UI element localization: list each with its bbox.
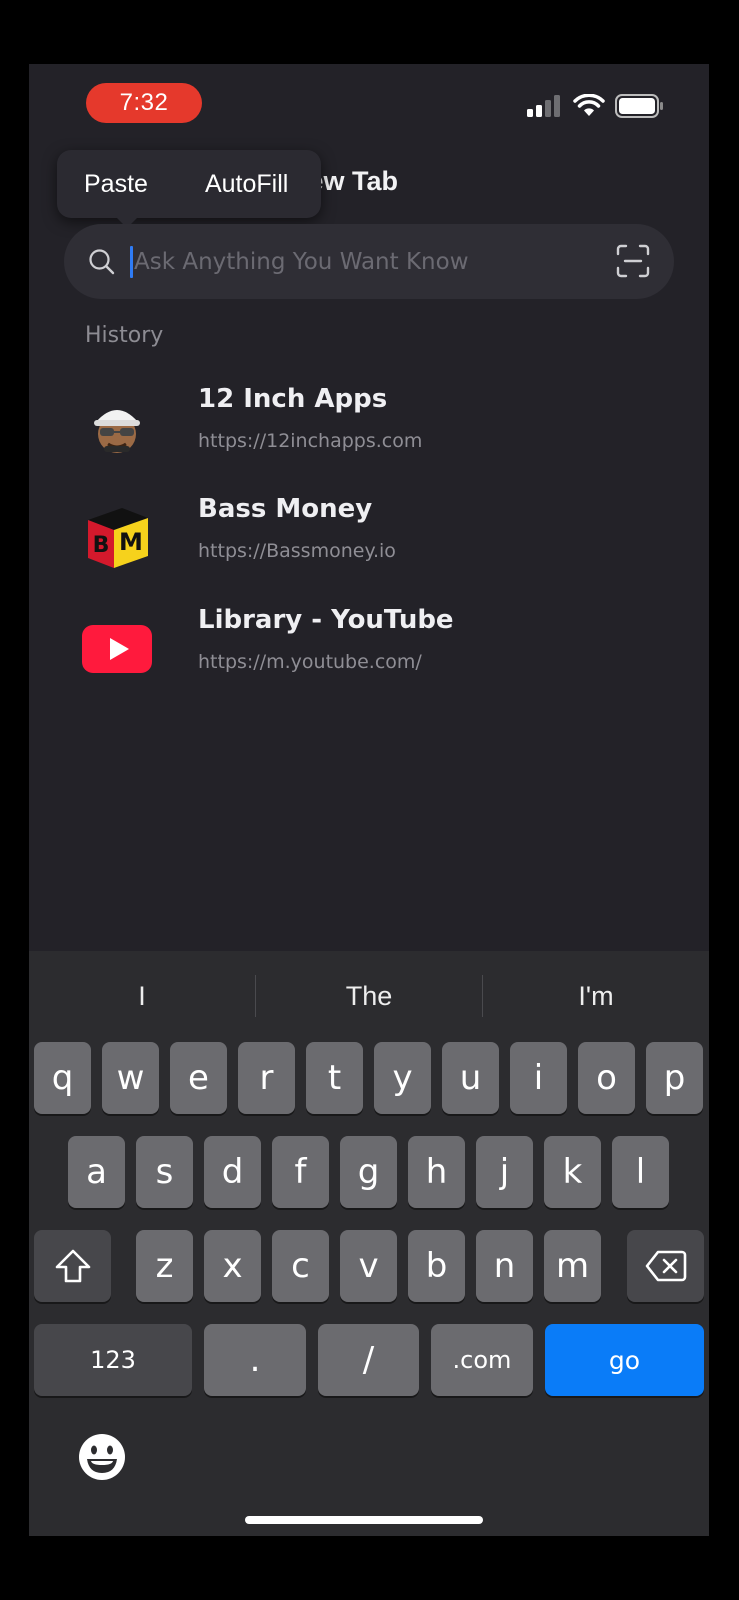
period-key[interactable]: . <box>204 1324 306 1396</box>
key-n[interactable]: n <box>476 1230 533 1302</box>
search-bar[interactable] <box>64 224 674 299</box>
key-b[interactable]: b <box>408 1230 465 1302</box>
svg-text:B: B <box>93 533 110 558</box>
key-t[interactable]: t <box>306 1042 363 1114</box>
key-p[interactable]: p <box>646 1042 703 1114</box>
key-v[interactable]: v <box>340 1230 397 1302</box>
status-time[interactable]: 7:32 <box>86 83 202 123</box>
key-f[interactable]: f <box>272 1136 329 1208</box>
delete-key[interactable] <box>627 1230 704 1302</box>
slash-key[interactable]: / <box>318 1324 419 1396</box>
search-input[interactable] <box>134 242 584 282</box>
key-k[interactable]: k <box>544 1136 601 1208</box>
history-item-title: Bass Money <box>198 494 373 524</box>
history-item[interactable]: Library - YouTube https://m.youtube.com/ <box>82 605 642 695</box>
key-o[interactable]: o <box>578 1042 635 1114</box>
history-item-url: https://m.youtube.com/ <box>198 651 422 673</box>
key-s[interactable]: s <box>136 1136 193 1208</box>
key-h[interactable]: h <box>408 1136 465 1208</box>
keyboard: I The I'm q w e r t y u i o p a s d f g … <box>29 951 709 1536</box>
numbers-key[interactable]: 123 <box>34 1324 192 1396</box>
history-heading: History <box>85 323 164 348</box>
home-indicator[interactable] <box>245 1516 483 1524</box>
autofill-menu-item[interactable]: AutoFill <box>186 170 288 199</box>
suggestion-3[interactable]: I'm <box>483 981 709 1012</box>
history-item-url: https://Bassmoney.io <box>198 540 396 562</box>
key-l[interactable]: l <box>612 1136 669 1208</box>
battery-icon <box>615 94 663 118</box>
key-q[interactable]: q <box>34 1042 91 1114</box>
suggestion-2[interactable]: The <box>256 981 482 1012</box>
scan-icon[interactable] <box>616 244 650 278</box>
shift-icon <box>55 1249 90 1283</box>
bm-logo-icon: B M <box>88 508 148 568</box>
key-d[interactable]: d <box>204 1136 261 1208</box>
key-z[interactable]: z <box>136 1230 193 1302</box>
key-c[interactable]: c <box>272 1230 329 1302</box>
history-item[interactable]: B M Bass Money https://Bassmoney.io <box>82 494 642 584</box>
history-item-url: https://12inchapps.com <box>198 430 423 452</box>
wifi-icon <box>573 94 605 116</box>
key-u[interactable]: u <box>442 1042 499 1114</box>
key-r[interactable]: r <box>238 1042 295 1114</box>
key-w[interactable]: w <box>102 1042 159 1114</box>
youtube-icon <box>82 625 152 673</box>
key-j[interactable]: j <box>476 1136 533 1208</box>
avatar-icon <box>94 410 140 453</box>
search-icon <box>89 249 115 275</box>
suggestion-1[interactable]: I <box>29 981 255 1012</box>
emoji-icon[interactable] <box>77 1432 127 1482</box>
go-button[interactable]: go <box>545 1324 704 1396</box>
key-i[interactable]: i <box>510 1042 567 1114</box>
key-a[interactable]: a <box>68 1136 125 1208</box>
history-item-title: Library - YouTube <box>198 605 454 635</box>
text-cursor <box>130 246 133 278</box>
backspace-icon <box>645 1250 686 1282</box>
svg-text:M: M <box>119 528 143 556</box>
key-m[interactable]: m <box>544 1230 601 1302</box>
key-x[interactable]: x <box>204 1230 261 1302</box>
dotcom-key[interactable]: .com <box>431 1324 533 1396</box>
cellular-signal-icon <box>527 95 560 117</box>
key-e[interactable]: e <box>170 1042 227 1114</box>
browser-screen: 7:32 New Tab Paste AutoFill Ask Anything… <box>29 64 709 1536</box>
key-g[interactable]: g <box>340 1136 397 1208</box>
text-context-menu: Paste AutoFill <box>57 150 321 218</box>
history-item[interactable]: 12 Inch Apps https://12inchapps.com <box>82 384 642 474</box>
shift-key[interactable] <box>34 1230 111 1302</box>
history-item-title: 12 Inch Apps <box>198 384 388 414</box>
paste-menu-item[interactable]: Paste <box>57 170 148 199</box>
suggestion-bar: I The I'm <box>29 951 709 1041</box>
status-icons <box>527 94 665 118</box>
key-y[interactable]: y <box>374 1042 431 1114</box>
